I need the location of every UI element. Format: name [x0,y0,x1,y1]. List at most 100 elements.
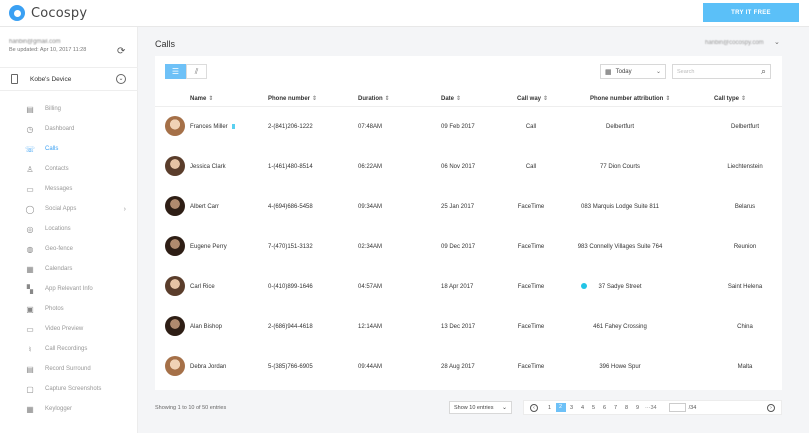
cell-duration: 04:57AM [358,284,383,290]
table-row[interactable]: Carl Rice 0-(410)899-1646 04:57AM 18 Apr 20… [155,267,782,307]
sidebar-item-billing[interactable]: ▤ Billing [0,99,138,119]
table-row[interactable]: Debra Jordan 5-(385)766-6905 09:44AM 28 Aug… [155,347,782,387]
next-page-icon[interactable]: › [767,403,775,412]
sidebar-item-label: Billing [45,106,62,112]
search-icon[interactable]: ⌕ [761,66,766,77]
cell-name: Eugene Perry [190,244,227,250]
calendar-icon: ▦ [26,264,34,274]
logo[interactable]: Cocospy [9,5,87,21]
sidebar-item-label: Capture Screenshots [45,386,102,392]
table-row[interactable]: Frances Miller 2-(841)206-1222 07:48AM 09 F… [155,107,782,147]
table-row[interactable]: Albert Carr 4-(694)686-5458 09:34AM 25 Jan … [155,187,782,227]
cell-name: Debra Jordan [190,364,227,370]
avatar [165,156,185,176]
page-button[interactable]: 3 [567,405,577,411]
cell-phone: 0-(410)899-1646 [268,284,313,290]
page-button[interactable]: 5 [589,405,599,411]
entries-summary: Showing 1 to 10 of 50 entries [155,405,227,411]
column-header[interactable]: Phone number attribution ⇕ [590,95,670,102]
sort-icon[interactable]: ⇕ [543,96,548,102]
sidebar-item-video-preview[interactable]: ▭ Video Preview [0,319,138,339]
sync-icon[interactable]: ⟳ [117,46,125,57]
sort-icon[interactable]: ⇕ [665,96,670,102]
geofence-icon: ◍ [26,244,34,254]
avatar [165,356,185,376]
column-header[interactable]: Duration ⇕ [358,95,390,102]
chevron-down-icon[interactable]: ⌄ [116,74,126,84]
sort-icon[interactable]: ⇕ [208,96,213,102]
page-button[interactable]: 4 [578,405,588,411]
sidebar-item-contacts[interactable]: ♙ Contacts [0,159,138,179]
cell-phone: 2-(841)206-1222 [268,124,313,130]
sidebar-item-keylogger[interactable]: ▦ Keylogger [0,399,138,419]
cell-duration: 02:34AM [358,244,383,250]
table-row[interactable]: Eugene Perry 7-(470)151-3132 02:34AM 09 Dec… [155,227,782,267]
page-button[interactable]: 2 [555,403,566,412]
cell-way: Call [525,124,537,130]
column-header-label: Call type [714,96,740,102]
location-icon: ◎ [26,224,34,234]
sidebar-item-call-recordings[interactable]: ♮ Call Recordings [0,339,138,359]
cell-way: FaceTime [517,284,545,290]
list-view-button[interactable]: ☰ [165,64,186,79]
cell-name: Frances Miller [190,124,228,131]
date-filter-select[interactable]: ▦ Today ⌄ [600,64,666,79]
sort-icon[interactable]: ⇕ [385,96,390,102]
chart-view-button[interactable]: ⫽ [186,64,207,79]
cell-phone: 4-(694)686-5458 [268,204,313,210]
sidebar-item-record-surround[interactable]: ▤ Record Surround [0,359,138,379]
date-filter-value: Today [615,68,632,75]
sort-icon[interactable]: ⇕ [741,96,746,102]
page-button[interactable]: 9 [633,405,643,411]
column-header[interactable]: Call way ⇕ [517,95,548,102]
sidebar-item-geo-fence[interactable]: ◍ Geo-fence [0,239,138,259]
cell-duration: 09:34AM [358,204,383,210]
cell-phone: 7-(470)151-3132 [268,244,313,250]
sidebar-item-app-relevant-info[interactable]: ▚ App Relevant Info [0,279,138,299]
previous-page-icon[interactable]: ‹ [530,403,538,412]
sidebar-item-label: Video Preview [45,326,84,332]
sidebar-item-label: Social Apps [45,206,77,212]
sidebar-item-label: Calls [45,146,59,152]
column-header[interactable]: Phone number ⇕ [268,95,317,102]
page-ellipsis: ···34 [645,404,657,411]
cell-name: Frances Miller [190,124,235,130]
page-button[interactable]: 6 [600,405,610,411]
page-jump-input[interactable] [668,403,686,412]
sort-icon[interactable]: ⇕ [312,96,317,102]
billing-icon: ▤ [26,104,34,114]
page-button[interactable]: 1 [545,405,555,411]
page-title: Calls [155,39,176,49]
sidebar-item-dashboard[interactable]: ◷ Dashboard [0,119,138,139]
column-header-label: Phone number [268,96,311,102]
cell-type: Delbertfurt [730,124,759,130]
column-header[interactable]: Name ⇕ [190,95,213,102]
sidebar-item-social-apps[interactable]: ◯ Social Apps › [0,199,138,219]
cell-way: FaceTime [517,364,545,370]
phone-icon: ☏ [25,144,36,154]
table-row[interactable]: Jessica Clark 1-(461)480-8514 06:22AM 06 No… [155,147,782,187]
cell-type: Saint Helena [727,284,763,290]
sidebar-item-photos[interactable]: ▣ Photos [0,299,138,319]
sidebar-item-locations[interactable]: ◎ Locations [0,219,138,239]
column-header[interactable]: Date ⇕ [441,95,461,102]
sidebar-item-calls[interactable]: ☏ Calls [0,139,138,159]
table-row[interactable]: Alan Bishop 2-(686)944-4618 12:14AM 13 Dec … [155,307,782,347]
try-it-free-button[interactable]: TRY IT FREE [703,3,799,22]
page-button[interactable]: 8 [622,405,632,411]
device-selector[interactable]: Kobe's Device ⌄ [0,67,138,91]
cell-duration: 07:48AM [358,124,383,130]
search-input[interactable] [673,65,755,78]
user-account-menu[interactable]: hanbin@cocospy.com [705,40,764,46]
sidebar-item-capture-screenshots[interactable]: ▢ Capture Screenshots [0,379,138,399]
per-page-select[interactable]: Show 10 entries ⌄ [449,401,512,414]
sidebar-item-messages[interactable]: ▭ Messages [0,179,138,199]
sidebar-item-label: Keylogger [45,406,73,412]
sidebar-item-calendars[interactable]: ▦ Calendars [0,259,138,279]
sort-icon[interactable]: ⇕ [456,96,461,102]
cell-name: Carl Rice [190,284,215,290]
column-header[interactable]: Call type ⇕ [714,95,746,102]
page-button[interactable]: 7 [611,405,621,411]
chevron-down-icon[interactable]: ⌄ [774,38,780,46]
sidebar-item-label: Geo-fence [45,246,74,252]
